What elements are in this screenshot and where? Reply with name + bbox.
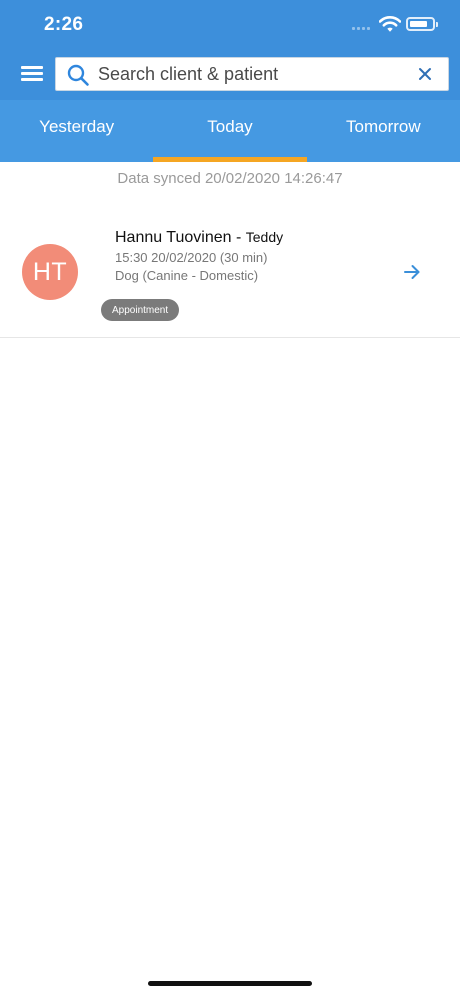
tab-yesterday[interactable]: Yesterday xyxy=(0,100,153,162)
tab-label: Tomorrow xyxy=(346,117,421,136)
search-icon xyxy=(67,64,89,86)
patient-species: Dog (Canine - Domestic) xyxy=(115,268,259,283)
home-indicator xyxy=(148,981,312,986)
day-tab-bar: Yesterday Today Tomorrow xyxy=(0,100,460,162)
appointment-type-badge: Appointment xyxy=(101,299,180,321)
tab-label: Yesterday xyxy=(39,117,115,136)
signal-icon xyxy=(352,24,374,30)
tab-tomorrow[interactable]: Tomorrow xyxy=(307,100,460,162)
menu-icon[interactable] xyxy=(21,66,43,82)
app-header xyxy=(0,50,460,100)
appointment-time: 15:30 20/02/2020 (30 min) xyxy=(115,250,268,265)
patient-name: Teddy xyxy=(245,229,284,245)
avatar: HT xyxy=(22,244,78,300)
battery-icon xyxy=(406,17,438,31)
client-name: Hannu Tuovinen - xyxy=(115,229,246,246)
status-bar: 2:26 xyxy=(0,0,460,50)
clear-icon[interactable] xyxy=(418,67,432,81)
tab-today[interactable]: Today xyxy=(153,100,307,162)
sync-status: Data synced 20/02/2020 14:26:47 xyxy=(117,170,343,187)
status-time: 2:26 xyxy=(44,14,84,35)
tab-label: Today xyxy=(207,117,253,136)
arrow-right-icon[interactable] xyxy=(403,263,421,281)
client-patient-line: Hannu Tuovinen - Teddy xyxy=(115,229,283,247)
search-input[interactable] xyxy=(98,58,408,90)
wifi-icon xyxy=(379,16,401,32)
appointment-list-item[interactable]: HT Hannu Tuovinen - Teddy 15:30 20/02/20… xyxy=(0,210,460,338)
search-box[interactable] xyxy=(55,57,449,91)
